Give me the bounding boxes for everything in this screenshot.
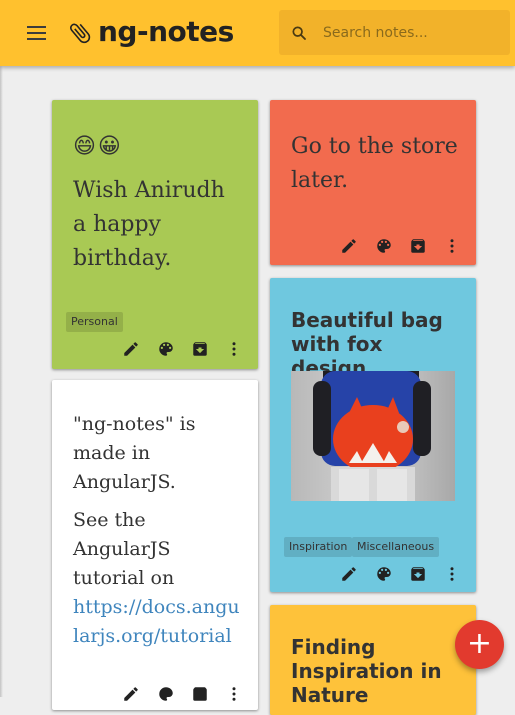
note-title: Beautiful bag with fox design: [291, 308, 443, 380]
note-card[interactable]: Go to the store later.: [270, 100, 476, 265]
archive-icon[interactable]: [191, 340, 209, 358]
archive-icon[interactable]: [409, 565, 427, 583]
note-text: Wish Anirudh a happy birthday.: [73, 178, 225, 271]
note-title: Finding Inspiration in Nature: [291, 635, 442, 707]
palette-icon[interactable]: [157, 685, 175, 703]
note-text: Go to the store later.: [291, 134, 458, 193]
search-icon: [292, 26, 306, 40]
label-chip[interactable]: Inspiration: [284, 537, 353, 557]
archive-icon[interactable]: [409, 237, 427, 255]
more-vert-icon[interactable]: [225, 685, 243, 703]
app-title: ng-notes: [98, 15, 234, 48]
search-input[interactable]: [323, 10, 503, 55]
more-vert-icon[interactable]: [443, 237, 461, 255]
search-box[interactable]: [279, 10, 510, 55]
note-card[interactable]: Beautiful bag with fox design Inspiratio…: [270, 278, 476, 592]
note-emoji: 😄😀: [73, 134, 123, 159]
pencil-icon[interactable]: [122, 340, 140, 358]
add-icon: +: [466, 626, 493, 661]
note-card[interactable]: Finding Inspiration in Nature: [270, 605, 476, 715]
note-card[interactable]: 😄😀 Wish Anirudh a happy birthday. Person…: [52, 100, 258, 369]
drawer-edge-shadow: [0, 66, 3, 697]
palette-icon[interactable]: [375, 237, 393, 255]
palette-icon[interactable]: [375, 565, 393, 583]
note-card[interactable]: "ng-notes" is made in AngularJS. See the…: [52, 380, 258, 710]
note-text: See the AngularJS tutorial on: [73, 509, 175, 589]
note-image: [291, 371, 455, 501]
note-text: "ng-notes" is made in AngularJS.: [73, 413, 196, 493]
note-actions: [340, 237, 465, 257]
paperclip-icon: [69, 23, 91, 44]
label-chip[interactable]: Personal: [66, 312, 123, 332]
add-note-button[interactable]: +: [455, 620, 504, 669]
palette-icon[interactable]: [157, 340, 175, 358]
more-vert-icon[interactable]: [225, 340, 243, 358]
menu-icon[interactable]: [27, 22, 47, 44]
app-header: ng-notes: [0, 0, 515, 66]
pencil-icon[interactable]: [340, 565, 358, 583]
pencil-icon[interactable]: [122, 685, 140, 703]
archive-icon[interactable]: [191, 685, 209, 703]
note-actions: [122, 340, 247, 360]
pencil-icon[interactable]: [340, 237, 358, 255]
label-chip[interactable]: Miscellaneous: [352, 537, 440, 557]
more-vert-icon[interactable]: [443, 565, 461, 583]
note-actions: [122, 685, 247, 705]
note-actions: [340, 565, 465, 585]
tutorial-link[interactable]: https://docs.angularjs.org/tutorial: [73, 593, 240, 651]
